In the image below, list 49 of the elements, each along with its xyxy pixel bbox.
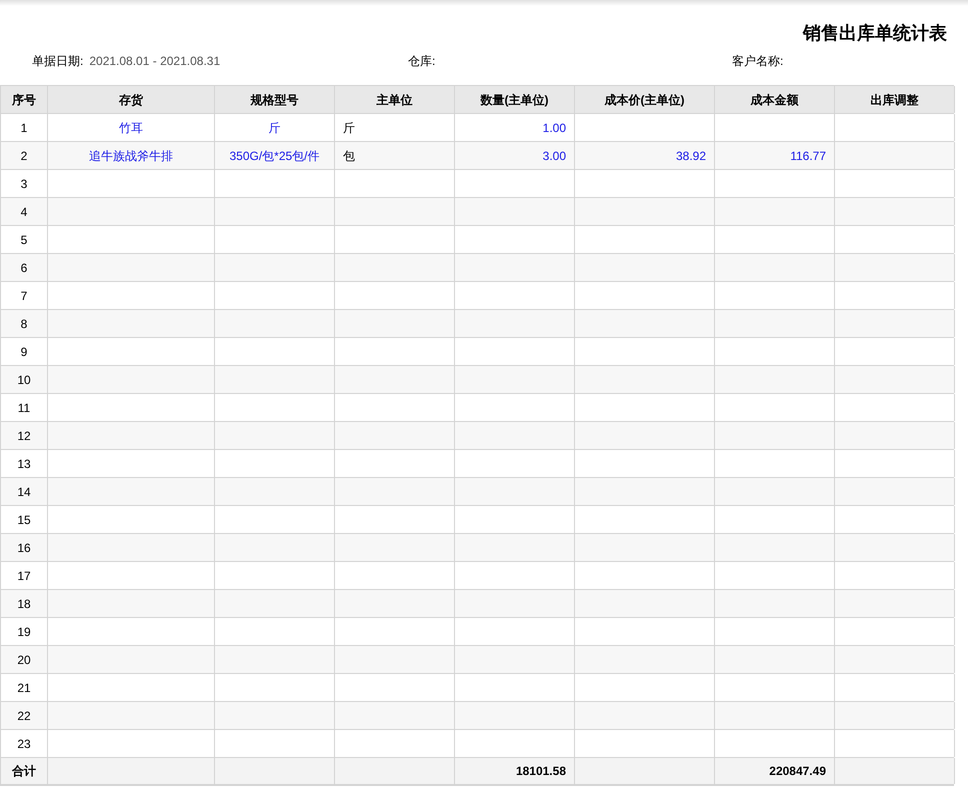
table-cell-text: 17: [17, 568, 31, 584]
table-cell-text: 116.77: [790, 148, 826, 164]
table-cell-text: 1: [20, 120, 28, 136]
table-cell-text: 7: [20, 288, 28, 304]
table-cell-text: 23: [17, 736, 31, 752]
table-cell-text: 3: [20, 176, 28, 192]
table-cell-text: 8: [20, 316, 28, 332]
table-cell-text: 22: [17, 708, 31, 724]
table-cell-text: 6: [20, 260, 28, 276]
table-cell-text: 18: [17, 596, 31, 612]
table-cell-text: 14: [17, 484, 31, 500]
column-header: 出库调整: [870, 92, 918, 108]
table-cell-text: 5: [20, 232, 28, 248]
filter-label: 仓库:: [408, 53, 436, 70]
table-cell-text: 11: [18, 400, 30, 416]
table-cell-text: 220847.49: [769, 763, 826, 780]
table-cell-text: 2: [20, 148, 28, 164]
table-cell-text: 追牛族战斧牛排: [89, 148, 173, 164]
table-cell-text: 9: [20, 344, 28, 360]
table-cell-text: 3.00: [542, 148, 566, 164]
table-cell-text: 13: [17, 456, 31, 472]
filter-value: 2021.08.01 - 2021.08.31: [89, 53, 220, 70]
column-header: 规格型号: [250, 92, 298, 108]
table-cell-text: 斤: [268, 120, 280, 136]
table-cell-text: 38.92: [676, 148, 706, 164]
table-cell-text: 16: [17, 540, 31, 556]
column-header: 序号: [12, 92, 36, 108]
column-header: 主单位: [376, 92, 412, 108]
column-header: 成本金额: [750, 92, 798, 108]
table-cell-text: 合计: [12, 763, 36, 780]
column-header: 成本价(主单位): [604, 92, 684, 108]
table-cell-text: 21: [17, 680, 31, 696]
table-cell-text: 20: [17, 652, 31, 668]
filter-label: 客户名称:: [732, 53, 784, 70]
table-cell-text: 12: [17, 428, 31, 444]
table-cell-text: 350G/包*25包/件: [229, 148, 320, 164]
table-cell-text: 4: [20, 204, 28, 220]
table-cell-text: 斤: [343, 120, 355, 136]
filter-label: 单据日期:: [32, 53, 84, 70]
table-cell-text: 19: [17, 624, 31, 640]
column-header: 存货: [119, 92, 143, 108]
table-cell-text: 10: [17, 372, 31, 388]
table-cell-text: 18101.58: [516, 763, 566, 780]
table-cell-text: 竹耳: [119, 120, 143, 136]
report-title: 销售出库单统计表: [803, 22, 947, 45]
column-header: 数量(主单位): [480, 92, 548, 108]
table-cell-text: 包: [343, 148, 355, 164]
table-cell-text: 1.00: [542, 120, 566, 136]
table-cell-text: 15: [17, 512, 31, 528]
